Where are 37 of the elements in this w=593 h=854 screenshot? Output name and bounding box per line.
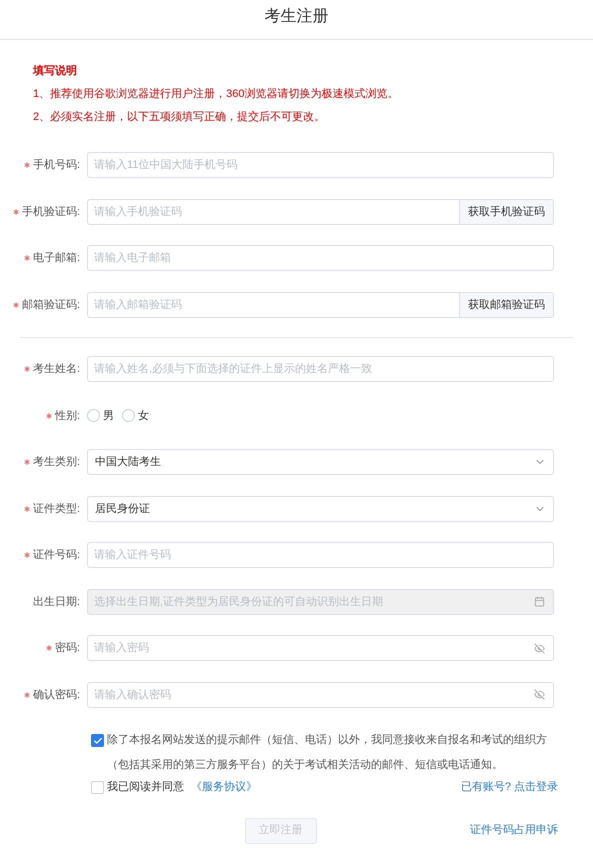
consent-text: 除了本报名网站发送的提示邮件（短信、电话）以外，我同意接收来自报名和考试的组织方（包括其采用的第三方服务平台）的关于考试相关活动的邮件、短信或电话通知。 <box>107 732 548 773</box>
code-field[interactable]: 请输入邮箱验证码 <box>87 292 460 318</box>
checkbox[interactable] <box>91 734 104 747</box>
field-label: 出生日期: <box>32 594 80 610</box>
field-label: 考生姓名: <box>32 362 80 377</box>
text-field[interactable]: 请输入11位中国大陆手机号码 <box>87 152 554 178</box>
field-label: 邮箱验证码: <box>22 298 80 312</box>
page-title: 考生注册 <box>264 6 328 27</box>
get-code-button[interactable]: 获取邮箱验证码 <box>460 292 554 318</box>
field-label: 确认密码: <box>32 688 80 702</box>
service-agreement-link[interactable]: 《服务协议》 <box>191 779 257 796</box>
gender-radio[interactable]: 女 <box>122 408 149 424</box>
notice-heading: 填写说明 <box>33 64 78 79</box>
eye-off-icon[interactable] <box>534 689 545 700</box>
notice-text: 2、必须实名注册，以下五项须填写正确，提交后不可更改。 <box>33 110 326 125</box>
field-label: 手机验证码: <box>22 204 80 220</box>
notice-text: 1、推荐使用谷歌浏览器进行用户注册，360浏览器请切换为极速模式浏览。 <box>33 86 400 102</box>
text-field[interactable]: 请输入证件号码 <box>87 542 554 568</box>
field-label: 电子邮箱: <box>32 251 80 266</box>
calendar-icon <box>534 596 545 608</box>
field-label: 密码: <box>54 640 80 656</box>
select-field[interactable]: 居民身份证 <box>87 496 554 522</box>
field-label: 手机号码: <box>32 158 80 173</box>
eye-off-icon[interactable] <box>534 642 545 654</box>
gender-radio[interactable]: 男 <box>87 408 114 424</box>
field-label: 考生类别: <box>32 455 80 470</box>
get-code-button[interactable]: 获取手机验证码 <box>460 198 554 225</box>
text-field[interactable]: 请输入姓名,必须与下面选择的证件上显示的姓名严格一致 <box>87 356 554 382</box>
field-label: 性别: <box>54 408 80 424</box>
field-label: 证件类型: <box>32 502 80 516</box>
login-link[interactable]: 已有账号? 点击登录 <box>460 779 558 796</box>
field-label: 证件号码: <box>32 548 80 563</box>
select-field[interactable]: 中国大陆考生 <box>87 449 554 476</box>
agreement-text: 我已阅读并同意 <box>107 780 184 795</box>
code-field[interactable]: 请输入手机验证码 <box>87 198 460 225</box>
appeal-link[interactable]: 证件号码占用申诉 <box>470 822 558 839</box>
text-field[interactable]: 请输入电子邮箱 <box>87 245 554 272</box>
